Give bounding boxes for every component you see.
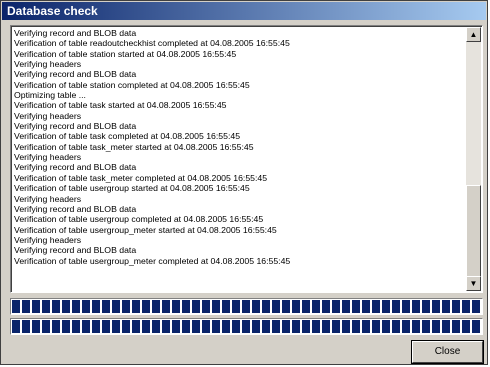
log-line: Verifying headers — [14, 152, 82, 163]
log-line: Verification of table task started at 04… — [14, 100, 227, 111]
log-line: Verifying record and BLOB data — [14, 28, 137, 38]
progress-bar-1 — [10, 298, 483, 315]
log-line: Verification of table usergroup_meter co… — [14, 255, 291, 266]
vertical-scrollbar[interactable]: ▲ ▼ — [466, 27, 481, 291]
log-line: Verifying record and BLOB data — [14, 245, 137, 256]
log-lines: Verifying record and BLOB data Verificati… — [14, 28, 464, 266]
log-line: Verifying headers — [14, 110, 82, 121]
log-textbox[interactable]: Verifying record and BLOB data Verificati… — [10, 25, 483, 293]
log-line: Verification of table task completed at … — [14, 131, 241, 142]
log-line: Verifying record and BLOB data — [14, 69, 137, 80]
log-line: Verification of table usergroup complete… — [14, 214, 264, 225]
log-line: Verification of table task_meter complet… — [14, 172, 268, 183]
log-line: Verifying record and BLOB data — [14, 121, 137, 132]
close-button[interactable]: Close — [412, 341, 483, 363]
scroll-thumb[interactable] — [466, 185, 481, 277]
scroll-up-arrow-icon[interactable]: ▲ — [466, 27, 481, 42]
log-line: Verifying headers — [14, 193, 82, 204]
progress-fill — [12, 320, 481, 333]
log-line: Verification of table readoutcheckhist c… — [14, 38, 290, 49]
progress-bar-2 — [10, 318, 483, 335]
title-bar: Database check — [2, 2, 486, 20]
log-line: Verification of table usergroup started … — [14, 183, 250, 194]
log-line: Verification of table usergroup_meter st… — [14, 224, 277, 235]
log-line: Optimizing table ... — [14, 90, 86, 101]
database-check-dialog: Database check Verifying record and BLOB… — [0, 0, 488, 365]
log-line: Verification of table station started at… — [14, 48, 237, 59]
log-line: Verifying record and BLOB data — [14, 203, 137, 214]
log-line: Verifying headers — [14, 234, 82, 245]
progress-fill — [12, 300, 481, 313]
log-line: Verification of table station completed … — [14, 79, 250, 90]
scroll-down-arrow-icon[interactable]: ▼ — [466, 276, 481, 291]
log-line: Verifying headers — [14, 59, 82, 70]
log-line: Verification of table task_meter started… — [14, 141, 254, 152]
log-line: Verifying record and BLOB data — [14, 162, 137, 173]
window-title: Database check — [7, 4, 98, 18]
